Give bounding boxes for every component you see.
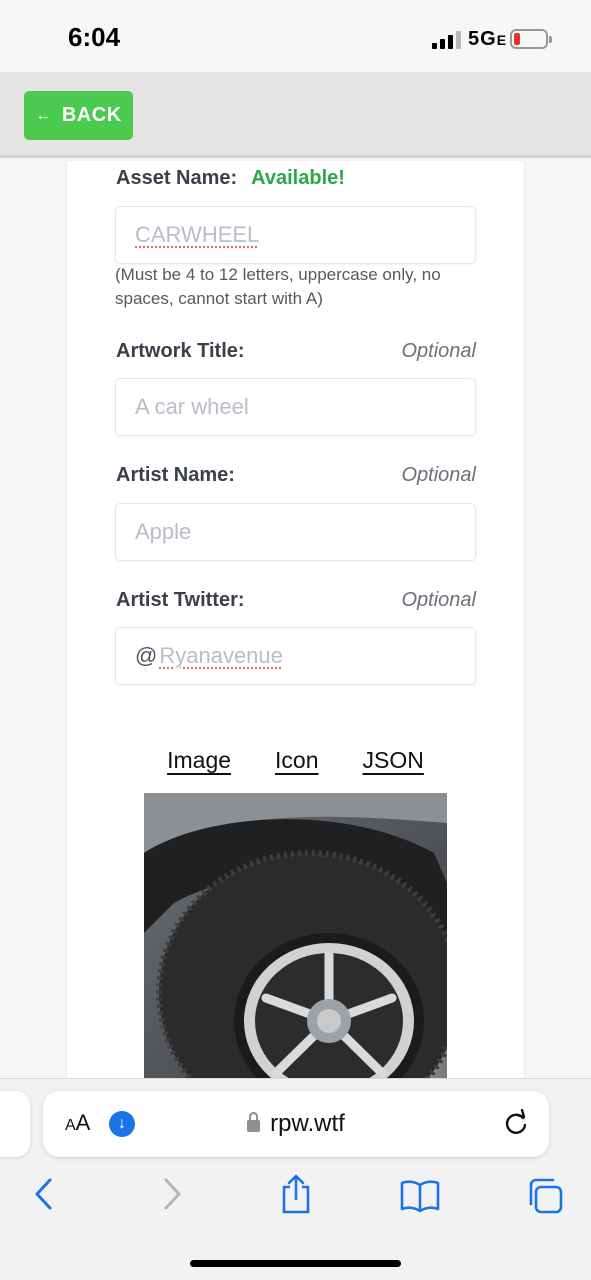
artwork-title-label: Artwork Title: — [116, 340, 245, 362]
media-tabs: Image Icon JSON — [67, 747, 524, 774]
arrow-left-icon: ← — [35, 106, 52, 124]
artist-twitter-optional: Optional — [401, 589, 477, 611]
at-sign-prefix: @ — [135, 643, 158, 668]
tabs-icon[interactable] — [526, 1177, 564, 1215]
tab-icon[interactable]: Icon — [275, 747, 318, 774]
back-nav-icon[interactable] — [32, 1177, 54, 1211]
battery-icon — [510, 29, 552, 49]
artist-name-input[interactable]: Apple — [115, 503, 476, 561]
status-time: 6:04 — [68, 22, 121, 52]
asset-name-label: Asset Name: Available! — [116, 167, 345, 189]
asset-form-card: Asset Name: Available! CARWHEEL (Must be … — [67, 161, 524, 1081]
asset-name-placeholder: CARWHEEL — [135, 222, 260, 247]
url-display[interactable]: rpw.wtf — [43, 1110, 549, 1138]
back-button[interactable]: ← BACK — [24, 91, 133, 140]
reload-icon[interactable] — [503, 1109, 529, 1137]
availability-status: Available! — [251, 167, 345, 189]
artist-twitter-label: Artist Twitter: — [116, 589, 245, 611]
lock-icon — [247, 1112, 261, 1132]
header-bar: ← BACK — [0, 72, 591, 158]
artwork-title-input[interactable]: A car wheel — [115, 378, 476, 436]
bookmarks-icon[interactable] — [400, 1179, 440, 1213]
artwork-title-optional: Optional — [401, 340, 477, 362]
address-bar[interactable]: AA ↓ rpw.wtf — [43, 1091, 549, 1157]
status-bar: 6:04 5GE — [0, 0, 591, 72]
home-indicator — [190, 1260, 401, 1267]
artwork-title-placeholder: A car wheel — [135, 394, 249, 419]
artist-name-placeholder: Apple — [135, 519, 192, 544]
artist-twitter-placeholder: Ryanavenue — [159, 643, 283, 668]
back-button-label: BACK — [61, 104, 122, 126]
network-type: 5GE — [468, 28, 508, 50]
car-wheel-photo — [144, 793, 447, 1081]
asset-name-hint: (Must be 4 to 12 letters, uppercase only… — [115, 265, 441, 308]
cellular-signal-icon — [432, 31, 461, 49]
artist-name-optional: Optional — [401, 464, 477, 486]
browser-toolbar: AA ↓ rpw.wtf — [0, 1078, 591, 1280]
tab-json[interactable]: JSON — [363, 747, 424, 774]
artwork-image — [144, 793, 447, 1081]
share-icon[interactable] — [280, 1173, 312, 1215]
forward-nav-icon[interactable] — [162, 1177, 184, 1211]
artist-name-label: Artist Name: — [116, 464, 235, 486]
previous-tab-preview[interactable] — [0, 1091, 30, 1157]
asset-name-input[interactable]: CARWHEEL — [115, 206, 476, 264]
artist-twitter-input[interactable]: @ Ryanavenue — [115, 627, 476, 685]
tab-image[interactable]: Image — [167, 747, 231, 774]
